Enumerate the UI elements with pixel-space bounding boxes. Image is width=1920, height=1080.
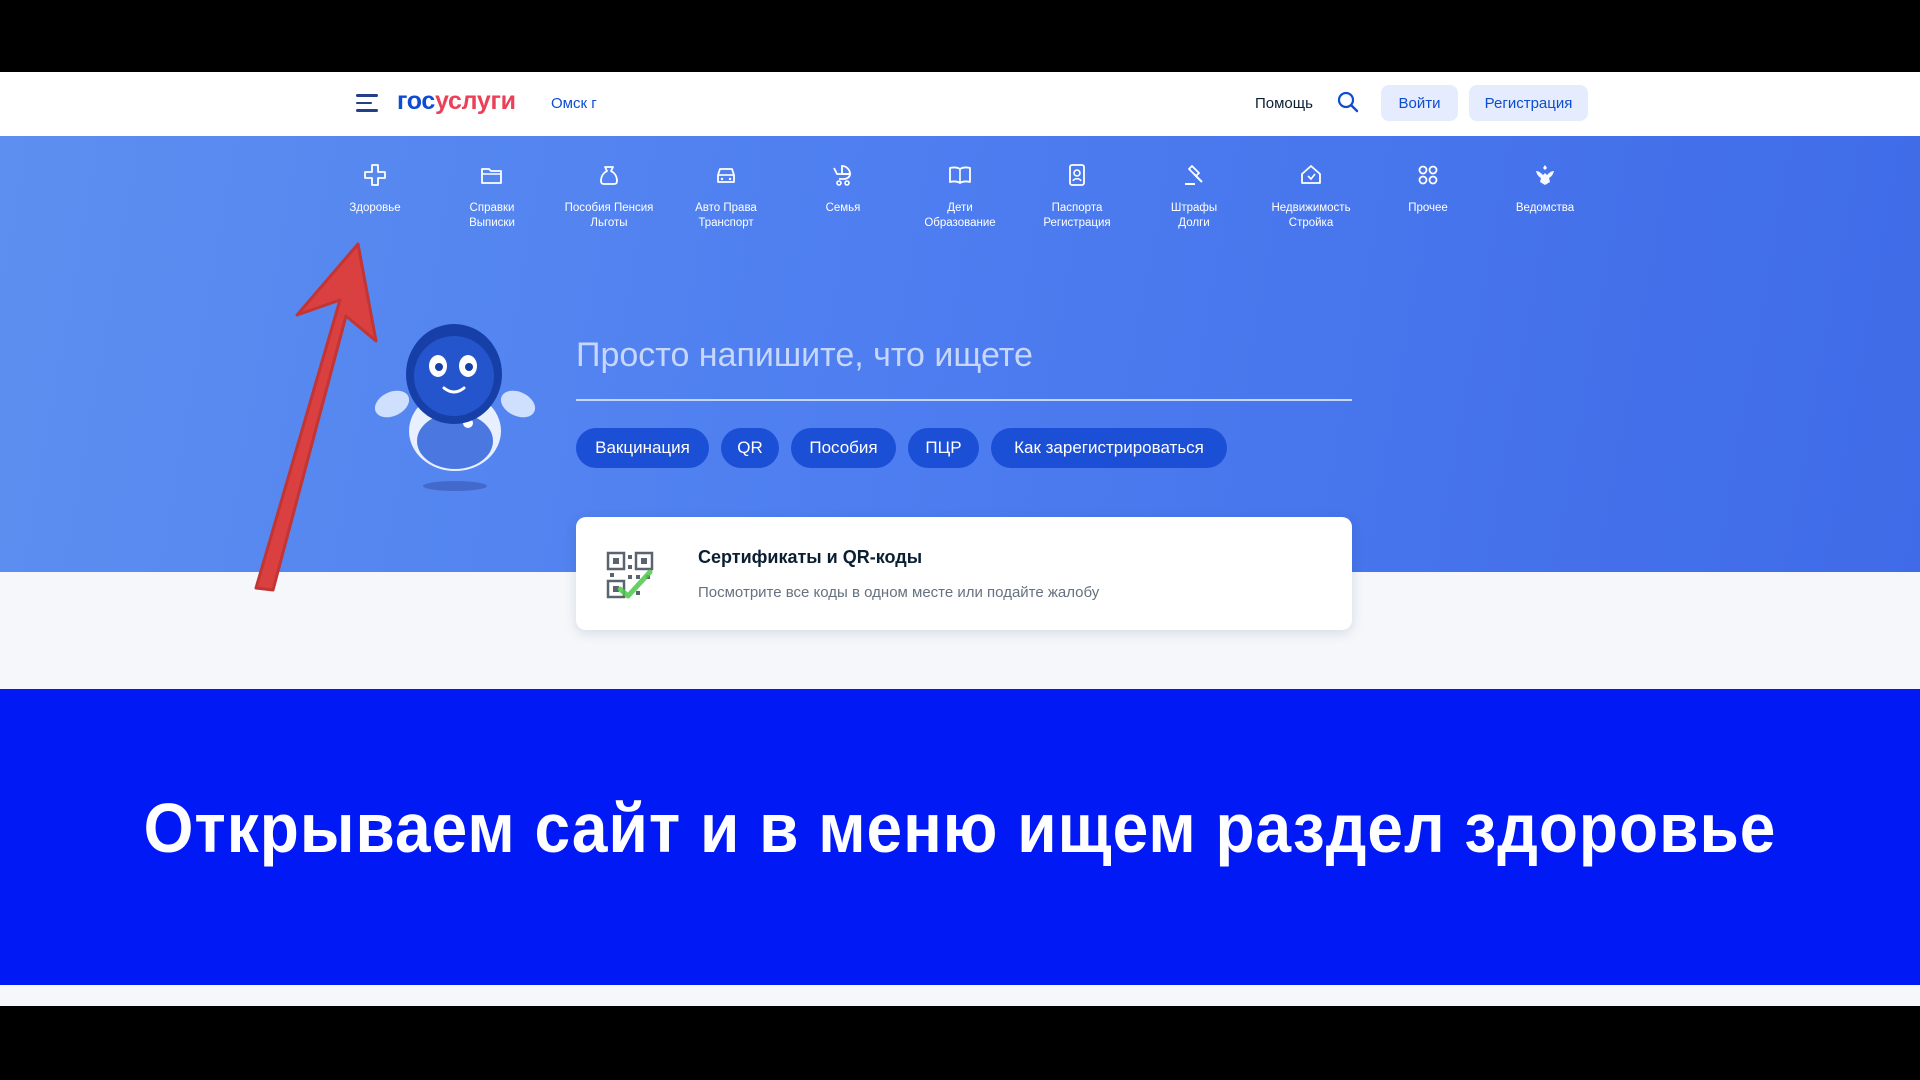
certificates-card[interactable]: Сертификаты и QR-коды Посмотрите все код… bbox=[576, 517, 1352, 630]
help-link[interactable]: Помощь bbox=[1255, 95, 1313, 112]
category-label: Ведомства bbox=[1515, 202, 1575, 214]
card-title: Сертификаты и QR-коды bbox=[698, 547, 923, 567]
category-label: Недвижимость Стройка bbox=[1271, 202, 1351, 229]
gavel-icon bbox=[1185, 165, 1203, 185]
chip-benefits[interactable]: Пособия bbox=[791, 428, 896, 468]
coat-of-arms-icon bbox=[1536, 165, 1554, 185]
category-realty[interactable]: Недвижимость Стройка bbox=[1252, 162, 1370, 231]
city-selector[interactable]: Омск г bbox=[551, 95, 597, 112]
category-label: Пособия Пенсия Льготы bbox=[564, 202, 654, 229]
hero-section: Здоровье Справки Выписки Пособия Пенсия … bbox=[0, 136, 1920, 630]
stroller-icon bbox=[833, 165, 851, 186]
caption-banner: Открываем сайт и в меню ищем раздел здор… bbox=[0, 689, 1920, 985]
logo-part-1: гос bbox=[397, 87, 436, 115]
page: госуслуги Омск г Помощь Войти Регистраци… bbox=[0, 72, 1920, 1006]
category-auto[interactable]: Авто Права Транспорт bbox=[667, 162, 785, 231]
passport-icon bbox=[1069, 164, 1085, 186]
category-children[interactable]: Дети Образование bbox=[901, 162, 1019, 231]
category-health[interactable]: Здоровье bbox=[316, 162, 434, 216]
letterbox-top bbox=[0, 0, 1920, 72]
category-family[interactable]: Семья bbox=[784, 162, 902, 216]
logo-part-2: услуги bbox=[435, 87, 516, 115]
book-icon bbox=[949, 166, 971, 184]
robot-assistant bbox=[374, 324, 536, 491]
chip-vaccination[interactable]: Вакцинация bbox=[576, 428, 709, 468]
category-label: Прочее bbox=[1408, 202, 1448, 214]
category-passports[interactable]: Паспорта Регистрация bbox=[1018, 162, 1136, 231]
card-subtitle: Посмотрите все коды в одном месте или по… bbox=[698, 584, 1100, 601]
folder-icon bbox=[481, 168, 502, 184]
category-label: Авто Права Транспорт bbox=[695, 202, 757, 229]
car-icon bbox=[717, 168, 735, 183]
register-button[interactable]: Регистрация bbox=[1469, 85, 1588, 121]
category-label: Семья bbox=[825, 202, 861, 214]
chip-qr[interactable]: QR bbox=[721, 428, 779, 468]
category-label: Штрафы Долги bbox=[1170, 202, 1218, 229]
money-bag-icon bbox=[600, 166, 618, 185]
menu-icon[interactable] bbox=[356, 94, 378, 112]
caption-text: Открываем сайт и в меню ищем раздел здор… bbox=[143, 789, 1777, 867]
house-icon bbox=[1301, 165, 1321, 184]
qr-code-icon bbox=[606, 551, 654, 599]
chip-how-to-register[interactable]: Как зарегистрироваться bbox=[991, 428, 1227, 468]
search-underline bbox=[576, 399, 1352, 401]
search-icon[interactable] bbox=[1336, 90, 1360, 114]
health-cross-icon bbox=[364, 164, 386, 186]
category-label: Паспорта Регистрация bbox=[1043, 202, 1111, 229]
category-other[interactable]: Прочее bbox=[1369, 162, 1487, 216]
letterbox-bottom bbox=[0, 1006, 1920, 1080]
category-label: Дети Образование bbox=[924, 202, 996, 229]
chip-pcr[interactable]: ПЦР bbox=[908, 428, 979, 468]
category-certificates[interactable]: Справки Выписки bbox=[433, 162, 551, 231]
header: госуслуги Омск г Помощь Войти Регистраци… bbox=[0, 72, 1920, 136]
category-benefits[interactable]: Пособия Пенсия Льготы bbox=[550, 162, 668, 231]
login-button[interactable]: Войти bbox=[1381, 85, 1458, 121]
category-agencies[interactable]: Ведомства bbox=[1486, 162, 1604, 216]
grid-icon bbox=[1418, 165, 1438, 185]
search-input[interactable]: Просто напишите, что ищете bbox=[576, 336, 1033, 375]
category-fines[interactable]: Штрафы Долги bbox=[1135, 162, 1253, 231]
logo[interactable]: госуслуги bbox=[397, 87, 516, 116]
category-label: Здоровье bbox=[349, 202, 401, 214]
category-label: Справки Выписки bbox=[469, 202, 515, 229]
